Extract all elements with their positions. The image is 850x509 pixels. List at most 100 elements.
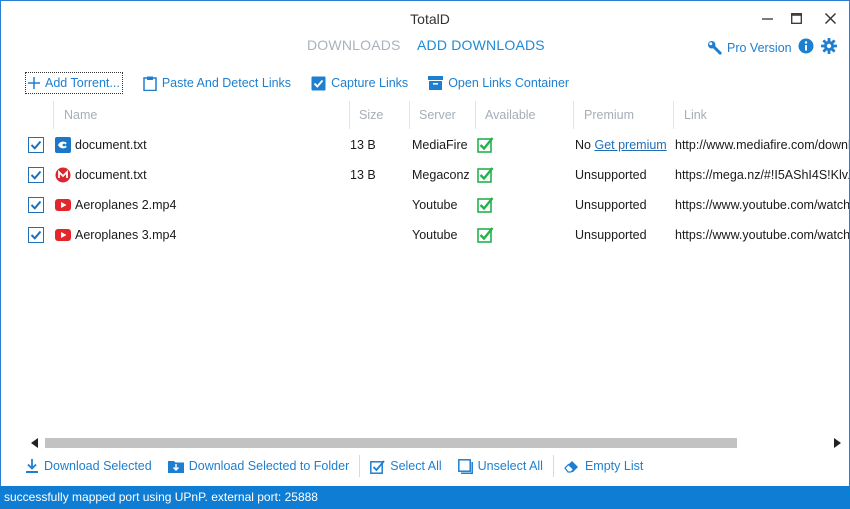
clipboard-icon [143,76,157,91]
row-name: Aeroplanes 2.mp4 [75,198,177,212]
window-title: TotalD [410,11,450,27]
row-name: Aeroplanes 3.mp4 [75,228,177,242]
scrollbar-thumb[interactable] [45,438,737,448]
add-torrent-label: Add Torrent... [45,76,120,90]
column-header-size[interactable]: Size [349,101,383,129]
mega-icon [55,167,71,183]
row-server: Youtube [412,198,458,212]
maximize-icon [790,12,802,24]
maximize-button[interactable] [782,7,810,29]
row-checkbox[interactable] [28,167,44,183]
eraser-icon [564,461,578,473]
bottom-toolbar: Download Selected Download Selected to F… [25,453,643,479]
tab-downloads[interactable]: DOWNLOADS [307,37,401,53]
row-checkbox[interactable] [28,197,44,213]
row-size: 13 B [350,168,376,182]
check-icon [30,230,42,240]
folder-download-icon [167,461,184,473]
close-icon [824,12,836,24]
select-all-button[interactable]: Select All [370,455,442,477]
checkbox-checked-icon [311,76,326,90]
row-server: MediaFire [412,138,468,152]
available-check-icon [477,166,494,183]
row-server: Megaconz [412,168,470,182]
status-bar: successfully mapped port using UPnP. ext… [0,486,850,509]
row-link: https://www.youtube.com/watch?v= [675,228,849,242]
download-selected-button[interactable]: Download Selected [25,455,152,477]
settings-button[interactable] [821,38,837,57]
row-premium: Unsupported [575,168,647,182]
download-selected-label: Download Selected [44,459,152,473]
app-window: TotalD DOWNLOADS ADD DOWNLOADS Pro Versi… [0,0,850,509]
row-server: Youtube [412,228,458,242]
top-toolbar: Add Torrent... Paste And Detect Links Ca… [25,71,589,95]
download-to-folder-label: Download Selected to Folder [188,459,350,473]
empty-list-label: Empty List [584,459,644,473]
toolbar-divider [552,455,554,477]
premium-status: No [575,138,591,152]
mediafire-icon [55,137,71,153]
youtube-icon [55,227,71,243]
available-check-icon [477,226,494,243]
capture-links-label: Capture Links [331,76,409,90]
open-links-container-label: Open Links Container [448,76,570,90]
available-check-icon [477,136,494,153]
row-premium: No Get premium [575,130,667,160]
scroll-right-icon[interactable] [834,438,842,448]
table-row[interactable]: document.txt 13 B MediaFire No Get premi… [23,130,849,160]
row-size: 13 B [350,138,376,152]
add-torrent-button[interactable]: Add Torrent... [25,72,123,94]
pro-version-label: Pro Version [727,40,792,55]
tab-add-downloads[interactable]: ADD DOWNLOADS [417,37,545,53]
row-link: http://www.mediafire.com/download/ [675,138,849,152]
minimize-button[interactable] [753,7,781,29]
youtube-icon [55,197,71,213]
toolbar-divider [359,455,361,477]
empty-list-button[interactable]: Empty List [564,455,643,477]
table-row[interactable]: Aeroplanes 2.mp4 Youtube Unsupported htt… [23,190,849,220]
column-header-available[interactable]: Available [475,101,536,129]
row-checkbox[interactable] [28,227,44,243]
row-link: https://mega.nz/#!I5AShI4S!KlvZ5 [675,168,849,182]
close-button[interactable] [816,7,844,29]
row-premium: Unsupported [575,198,647,212]
table-row[interactable]: document.txt 13 B Megaconz Unsupported h… [23,160,849,190]
paste-detect-links-button[interactable]: Paste And Detect Links [143,72,291,94]
scroll-left-icon[interactable] [31,438,39,448]
downloads-grid: Name Size Server Available Premium Link … [23,101,849,431]
open-links-container-button[interactable]: Open Links Container [428,72,569,94]
column-header-name[interactable]: Name [54,101,97,129]
available-check-icon [477,196,494,213]
column-header-link[interactable]: Link [674,101,707,129]
archive-box-icon [428,76,444,90]
wrench-icon [707,40,722,55]
table-row[interactable]: Aeroplanes 3.mp4 Youtube Unsupported htt… [23,220,849,250]
check-icon [30,170,42,180]
paste-detect-label: Paste And Detect Links [161,76,292,90]
pro-version-button[interactable]: Pro Version [707,40,792,55]
column-header-premium[interactable]: Premium [574,101,634,129]
horizontal-scrollbar[interactable] [29,435,845,451]
row-checkbox[interactable] [28,137,44,153]
row-premium: Unsupported [575,228,647,242]
row-name: document.txt [75,138,147,152]
row-name: document.txt [75,168,147,182]
select-all-icon [370,459,385,474]
plus-icon [28,77,40,89]
unselect-all-label: Unselect All [477,459,543,473]
select-all-label: Select All [390,459,442,473]
unselect-all-button[interactable]: Unselect All [457,455,543,477]
row-link: https://www.youtube.com/watch?v= [675,198,849,212]
info-button[interactable] [798,38,814,57]
download-icon [26,459,38,473]
gear-icon [821,38,837,54]
grid-header: Name Size Server Available Premium Link [23,101,849,129]
minimize-icon [761,17,773,20]
check-icon [30,200,42,210]
download-selected-to-folder-button[interactable]: Download Selected to Folder [167,455,350,477]
check-icon [30,140,42,150]
unselect-all-icon [457,458,473,474]
column-header-server[interactable]: Server [409,101,456,129]
get-premium-link[interactable]: Get premium [594,138,666,152]
capture-links-button[interactable]: Capture Links [311,72,408,94]
